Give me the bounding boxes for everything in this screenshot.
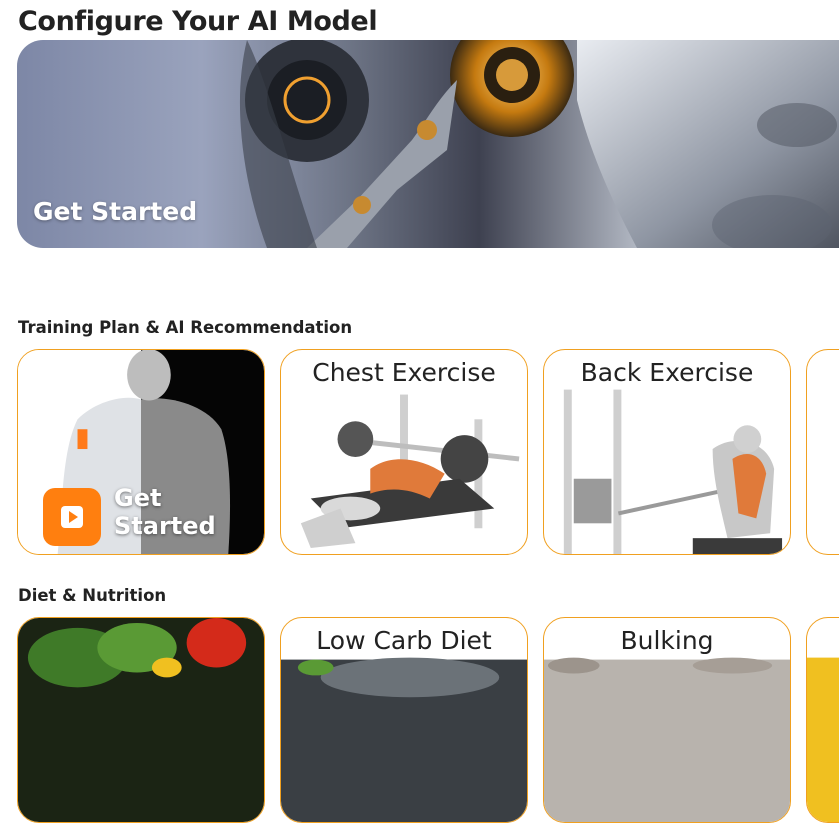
bulking-card[interactable]: Bulking (543, 617, 791, 823)
diet-section-title: Diet & Nutrition (18, 586, 167, 605)
get-started-banner[interactable]: Get Started (17, 40, 839, 248)
training-get-started-card[interactable]: Get Started (17, 349, 265, 555)
play-icon (61, 506, 83, 528)
vegetables-card[interactable] (17, 617, 265, 823)
partial-training-card[interactable] (806, 349, 839, 555)
back-exercise-title: Back Exercise (580, 358, 754, 387)
card-get-started-label: Get Started (114, 484, 216, 540)
partial-diet-image (807, 657, 839, 822)
vegetables-image (18, 618, 264, 822)
training-section-title: Training Plan & AI Recommendation (18, 318, 353, 337)
get-started-label: Get Started (33, 197, 198, 226)
partial-diet-card[interactable] (806, 617, 839, 823)
page-title: Configure Your AI Model (18, 6, 378, 37)
chest-exercise-card[interactable]: Chest Exercise (280, 349, 528, 555)
low-carb-diet-card[interactable]: Low Carb Diet (280, 617, 528, 823)
back-exercise-card[interactable]: Back Exercise (543, 349, 791, 555)
chest-exercise-title: Chest Exercise (312, 358, 496, 387)
bulking-title: Bulking (620, 626, 714, 655)
low-carb-diet-title: Low Carb Diet (316, 626, 492, 655)
play-button[interactable] (43, 488, 101, 546)
training-carousel[interactable]: Get Started Chest Exercise Back Exercise (17, 349, 839, 559)
diet-carousel[interactable]: Low Carb Diet Bulking (17, 617, 839, 827)
